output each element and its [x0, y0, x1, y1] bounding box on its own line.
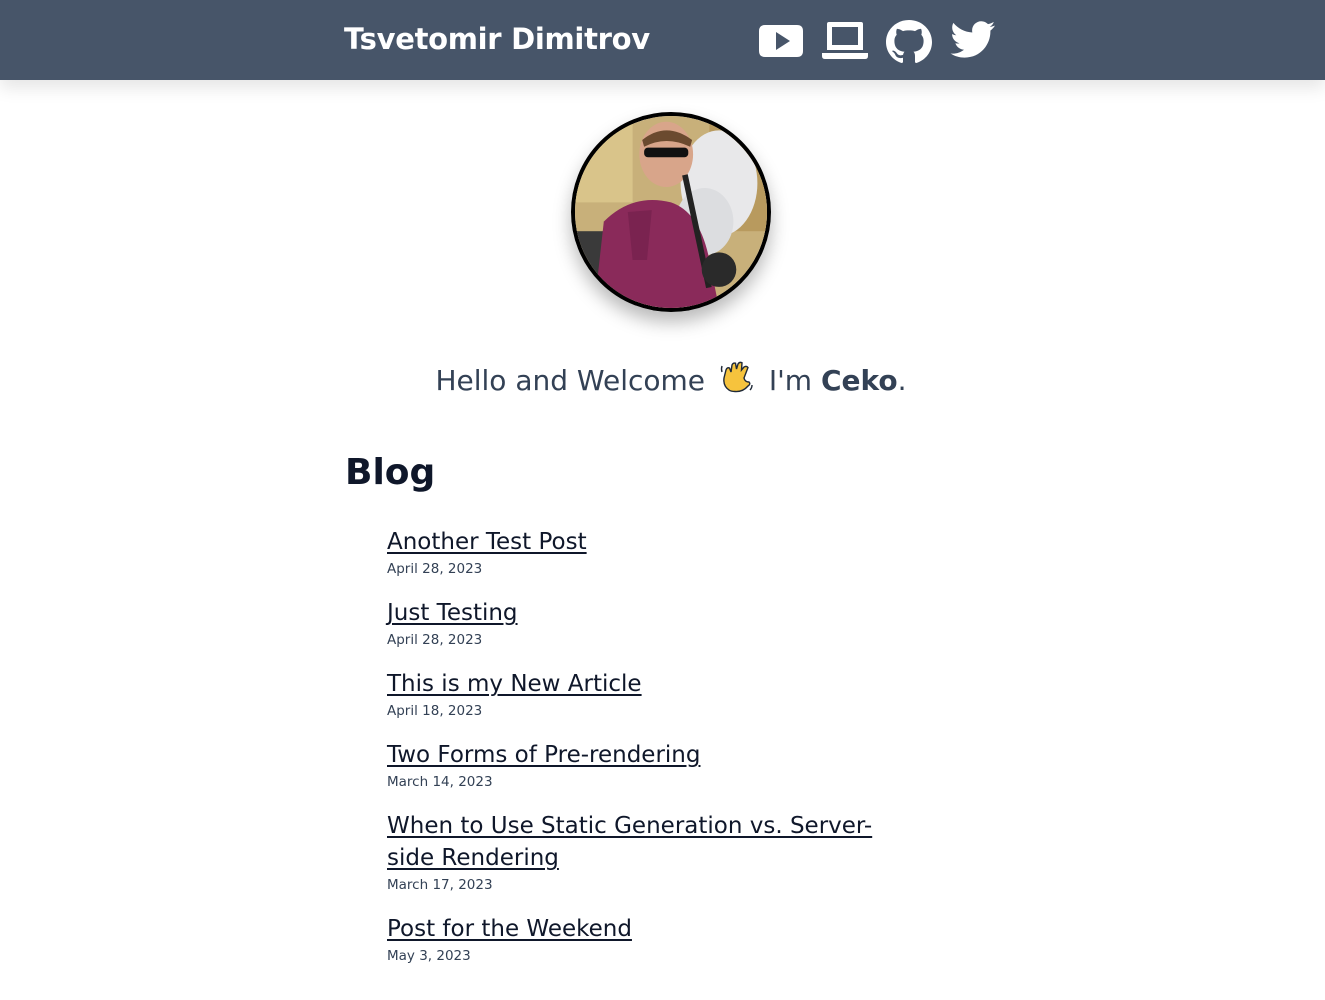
list-item: This is my New Article April 18, 2023: [387, 668, 907, 721]
twitter-link[interactable]: [949, 19, 997, 63]
author-name: Ceko: [820, 364, 898, 397]
post-date: April 28, 2023: [387, 632, 483, 648]
post-link[interactable]: Another Test Post: [387, 526, 907, 558]
github-link[interactable]: [885, 19, 933, 63]
profile-avatar: [571, 112, 771, 312]
post-date: March 14, 2023: [387, 774, 493, 790]
post-date: March 17, 2023: [387, 877, 493, 893]
list-item: Another Test Post April 28, 2023: [387, 526, 907, 579]
youtube-link[interactable]: [757, 19, 805, 63]
post-link[interactable]: Two Forms of Pre-rendering: [387, 739, 907, 771]
blog-heading: Blog: [345, 452, 436, 493]
post-date: April 28, 2023: [387, 561, 483, 577]
post-link[interactable]: When to Use Static Generation vs. Server…: [387, 810, 907, 874]
post-link[interactable]: This is my New Article: [387, 668, 907, 700]
blog-post-list: Another Test Post April 28, 2023 Just Te…: [387, 526, 907, 984]
post-date: April 18, 2023: [387, 703, 483, 719]
profile-photo: [575, 116, 767, 308]
list-item: When to Use Static Generation vs. Server…: [387, 810, 907, 895]
post-link[interactable]: Post for the Weekend: [387, 913, 907, 945]
twitter-icon: [950, 21, 995, 58]
list-item: Post for the Weekend May 3, 2023: [387, 913, 907, 966]
laptop-icon: [822, 22, 868, 59]
list-item: Two Forms of Pre-rendering March 14, 202…: [387, 739, 907, 792]
welcome-message: Hello and Welcome I'm Ceko.: [0, 360, 1325, 401]
waving-hand-icon: [720, 360, 754, 401]
youtube-icon: [759, 25, 803, 57]
im-text: I'm: [768, 364, 813, 397]
post-link[interactable]: Just Testing: [387, 597, 907, 629]
site-title-link[interactable]: Tsvetomir Dimitrov: [344, 22, 650, 56]
list-item: Just Testing April 28, 2023: [387, 597, 907, 650]
top-navbar: Tsvetomir Dimitrov: [0, 0, 1325, 80]
github-icon: [886, 20, 932, 63]
greeting-text: Hello and Welcome: [435, 364, 705, 397]
laptop-link[interactable]: [821, 19, 869, 63]
period-text: .: [897, 364, 907, 397]
post-date: May 3, 2023: [387, 948, 471, 964]
social-links: [757, 19, 997, 63]
